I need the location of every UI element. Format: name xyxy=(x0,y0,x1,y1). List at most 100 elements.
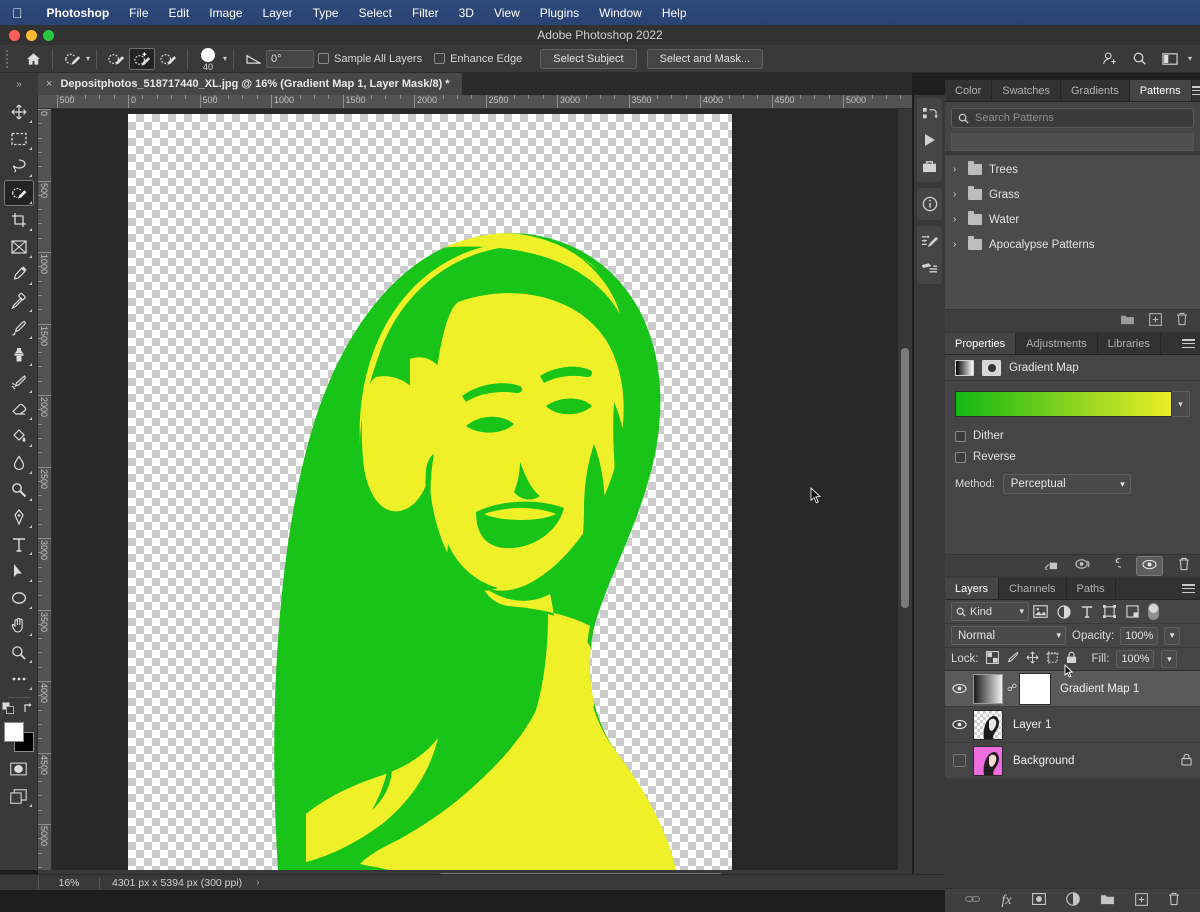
horizontal-ruler[interactable]: 5000500100015002000250030003500400045005… xyxy=(38,95,912,109)
new-layer-icon[interactable] xyxy=(1135,893,1148,909)
kit-icon[interactable] xyxy=(917,153,942,179)
panel-menu-icon[interactable] xyxy=(1192,80,1200,101)
hidden-visibility-box[interactable] xyxy=(953,754,966,767)
color-swatches[interactable] xyxy=(4,722,34,752)
sample-all-layers-checkbox[interactable]: Sample All Layers xyxy=(318,53,422,65)
panel-expand-handle[interactable]: » xyxy=(0,73,38,95)
new-group-icon[interactable] xyxy=(1100,893,1115,908)
layer-visibility-toggle[interactable] xyxy=(945,683,973,694)
filter-pixel-icon[interactable] xyxy=(1029,602,1052,622)
subtract-from-selection-icon[interactable] xyxy=(155,48,181,70)
filter-smart-object-icon[interactable] xyxy=(1121,602,1144,622)
eyedropper-tool[interactable] xyxy=(4,261,34,287)
tab-gradients[interactable]: Gradients xyxy=(1061,80,1130,101)
clip-to-layer-icon[interactable] xyxy=(1044,558,1059,574)
lock-icon[interactable] xyxy=(1181,753,1192,769)
healing-brush-tool[interactable] xyxy=(4,288,34,314)
foreground-color-swatch[interactable] xyxy=(4,722,24,742)
menu-image[interactable]: Image xyxy=(199,6,252,20)
home-icon[interactable] xyxy=(20,48,46,70)
fill-value[interactable]: 100% xyxy=(1116,650,1154,668)
menu-window[interactable]: Window xyxy=(589,6,652,20)
dither-option[interactable]: Dither xyxy=(955,427,1190,445)
opacity-value[interactable]: 100% xyxy=(1120,627,1158,645)
pattern-group-grass[interactable]: › Grass xyxy=(945,182,1200,207)
add-mask-icon[interactable] xyxy=(1032,893,1046,908)
quick-mask-icon[interactable] xyxy=(4,756,34,782)
apple-icon[interactable]:  xyxy=(12,6,23,20)
tab-channels[interactable]: Channels xyxy=(999,578,1066,599)
share-icon[interactable] xyxy=(1097,48,1123,70)
vertical-ruler[interactable]: 0500100015002000250030003500400045005000 xyxy=(38,109,52,870)
tab-adjustments[interactable]: Adjustments xyxy=(1016,333,1098,354)
more-tools-icon[interactable] xyxy=(4,666,34,692)
opacity-stepper-chevron-down-icon[interactable]: ▾ xyxy=(1164,627,1180,645)
layer-thumbnails[interactable] xyxy=(973,746,1003,776)
move-tool[interactable] xyxy=(4,99,34,125)
zoom-tool[interactable] xyxy=(4,639,34,665)
method-select[interactable]: Perceptual ▾ xyxy=(1003,474,1131,494)
pattern-preview-strip[interactable] xyxy=(951,133,1194,151)
tab-layers[interactable]: Layers xyxy=(945,578,999,599)
blur-tool[interactable] xyxy=(4,450,34,476)
brush-settings-icon[interactable] xyxy=(917,229,942,255)
options-bar-grip[interactable] xyxy=(6,50,16,68)
tab-patterns[interactable]: Patterns xyxy=(1130,80,1192,101)
crop-tool[interactable] xyxy=(4,207,34,233)
link-layers-icon[interactable] xyxy=(965,894,981,907)
chevron-right-icon[interactable]: › xyxy=(953,164,961,175)
preset-chevron-down-icon[interactable]: ▾ xyxy=(86,54,90,63)
delete-layer-icon[interactable] xyxy=(1168,892,1180,909)
paint-bucket-tool[interactable] xyxy=(4,423,34,449)
workspace-chevron-down-icon[interactable]: ▾ xyxy=(1188,54,1192,63)
frame-tool[interactable] xyxy=(4,234,34,260)
tab-swatches[interactable]: Swatches xyxy=(992,80,1061,101)
path-selection-tool[interactable] xyxy=(4,558,34,584)
filter-type-icon[interactable] xyxy=(1075,602,1098,622)
canvas-vertical-scrollbar[interactable] xyxy=(898,109,912,870)
delete-icon[interactable] xyxy=(1178,557,1190,574)
gradient-preview[interactable] xyxy=(955,391,1172,417)
new-selection-icon[interactable] xyxy=(103,48,129,70)
lasso-tool[interactable] xyxy=(4,153,34,179)
chevron-right-icon[interactable]: › xyxy=(953,189,961,200)
panel-menu-icon[interactable] xyxy=(1176,333,1200,354)
play-icon[interactable] xyxy=(917,127,942,153)
layer-thumbnail[interactable] xyxy=(973,710,1003,740)
view-previous-state-icon[interactable] xyxy=(1075,558,1091,573)
history-icon[interactable] xyxy=(917,101,942,127)
menu-select[interactable]: Select xyxy=(349,6,402,20)
type-tool[interactable] xyxy=(4,531,34,557)
new-adjustment-icon[interactable] xyxy=(1066,892,1080,909)
rectangular-marquee-tool[interactable] xyxy=(4,126,34,152)
menu-layer[interactable]: Layer xyxy=(253,6,303,20)
tab-color[interactable]: Color xyxy=(945,80,992,101)
layer-thumbnail[interactable] xyxy=(973,746,1003,776)
panel-menu-icon[interactable] xyxy=(1176,578,1200,599)
pen-tool[interactable] xyxy=(4,504,34,530)
select-and-mask-button[interactable]: Select and Mask... xyxy=(647,49,764,69)
clone-stamp-tool[interactable] xyxy=(4,342,34,368)
document-tab[interactable]: × Depositphotos_518717440_XL.jpg @ 16% (… xyxy=(38,73,463,95)
fill-stepper-chevron-down-icon[interactable]: ▾ xyxy=(1161,650,1177,668)
lock-position-icon[interactable] xyxy=(1026,651,1039,667)
pattern-group-trees[interactable]: › Trees xyxy=(945,157,1200,182)
add-to-selection-icon[interactable] xyxy=(129,48,155,70)
lock-image-pixels-icon[interactable] xyxy=(1006,651,1019,667)
ellipse-tool[interactable] xyxy=(4,585,34,611)
lock-transparent-pixels-icon[interactable] xyxy=(986,651,999,667)
close-icon[interactable]: × xyxy=(46,78,52,90)
workspace-icon[interactable] xyxy=(1157,48,1183,70)
layer-row-layer-1[interactable]: Layer 1 xyxy=(945,707,1200,743)
history-brush-tool[interactable] xyxy=(4,369,34,395)
reverse-option[interactable]: Reverse xyxy=(955,448,1190,466)
default-colors-icon[interactable] xyxy=(2,702,15,718)
reverse-checkbox[interactable] xyxy=(955,452,966,463)
pattern-group-apocalypse[interactable]: › Apocalypse Patterns xyxy=(945,232,1200,257)
menu-filter[interactable]: Filter xyxy=(402,6,449,20)
reset-icon[interactable] xyxy=(1107,558,1121,574)
layer-thumbnails[interactable] xyxy=(973,710,1003,740)
swap-colors-icon[interactable] xyxy=(23,702,36,718)
vertical-scroll-thumb[interactable] xyxy=(901,348,909,608)
enhance-edge-checkbox[interactable]: Enhance Edge xyxy=(434,53,522,65)
